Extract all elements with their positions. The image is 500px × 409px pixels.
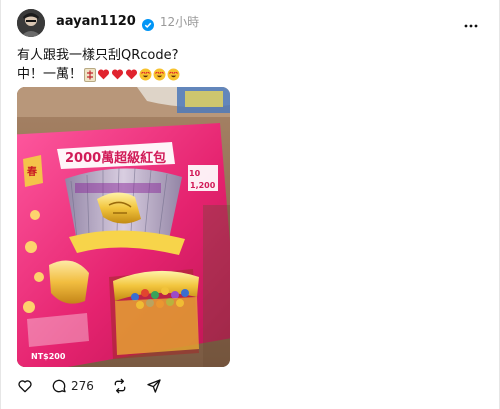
like-icon	[18, 380, 32, 393]
username[interactable]: aayan1120	[56, 14, 136, 29]
more-icon[interactable]	[464, 14, 478, 28]
avatar[interactable]	[17, 9, 45, 37]
share-icon	[147, 379, 161, 393]
caption-emojis	[84, 67, 180, 82]
reply-icon	[52, 379, 66, 393]
heart-eyes-icon	[139, 68, 152, 81]
caption-line-1: 有人跟我一樣只刮QRcode?	[17, 48, 179, 63]
ticket-top-amount: 1,200	[190, 181, 216, 190]
post-header: aayan1120 12小時	[56, 13, 200, 31]
post: aayan1120 12小時 有人跟我一樣只刮QRcode? 中！一萬！ 200…	[0, 0, 500, 409]
ticket-top-number: 10	[189, 169, 201, 178]
like-button[interactable]	[17, 378, 33, 394]
heart-eyes-icon	[153, 68, 166, 81]
ticket-price: NT$200	[31, 352, 66, 361]
ticket-title: 2000萬超級紅包	[65, 150, 166, 166]
verified-icon	[141, 16, 154, 31]
repost-icon	[114, 378, 126, 394]
ticket-side-badge: 春	[27, 165, 37, 178]
heart-icon	[111, 69, 124, 80]
heart-eyes-icon	[167, 68, 180, 81]
post-caption: 有人跟我一樣只刮QRcode? 中！一萬！	[17, 46, 180, 84]
mahjong-icon	[84, 67, 97, 82]
share-button[interactable]	[146, 378, 162, 394]
reply-button[interactable]: 276	[51, 378, 94, 394]
caption-line-2: 中！一萬！	[17, 67, 83, 82]
repost-button[interactable]	[112, 378, 128, 394]
post-image[interactable]: 2000萬超級紅包 10 1,200 春 NT$200	[17, 87, 230, 367]
action-bar: 276	[17, 378, 180, 394]
heart-icon	[125, 69, 138, 80]
heart-icon	[97, 69, 110, 80]
reply-count: 276	[71, 379, 94, 393]
post-time: 12小時	[159, 15, 200, 29]
